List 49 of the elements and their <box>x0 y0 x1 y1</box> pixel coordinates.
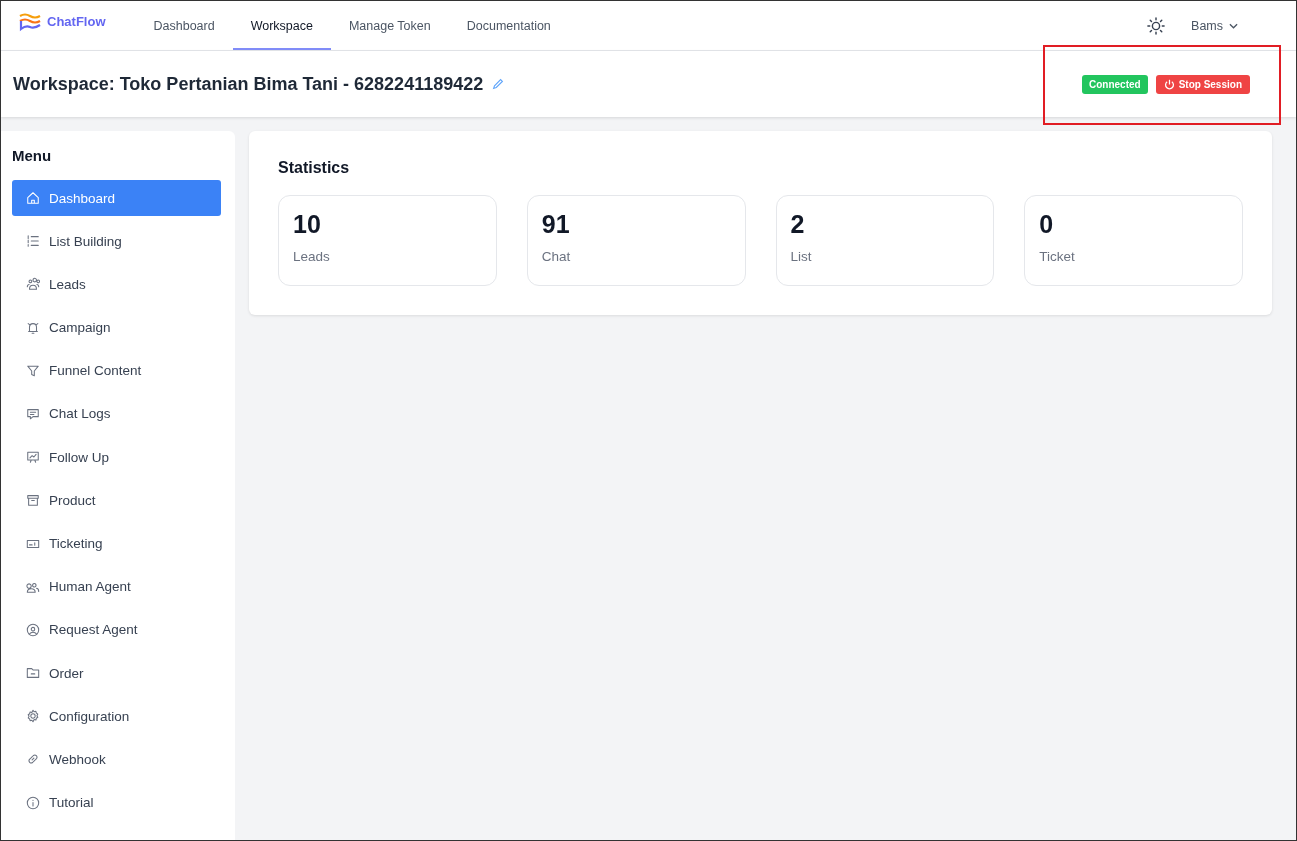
power-icon <box>1163 78 1175 90</box>
user-menu[interactable]: Bams <box>1191 18 1238 33</box>
folder-icon <box>26 666 40 681</box>
menu-title: Menu <box>12 147 53 164</box>
link-icon <box>26 752 40 767</box>
nav-tab[interactable]: Manage Token <box>330 1 449 50</box>
stat-value: 0 <box>1039 210 1055 239</box>
chat-bubble-icon <box>26 406 40 421</box>
stat-value: 2 <box>790 210 806 239</box>
chevron-down-icon <box>1229 22 1238 29</box>
sidebar-item[interactable]: Human Agent <box>12 568 221 605</box>
sidebar-item[interactable]: Tutorial <box>12 784 221 821</box>
sidebar-item[interactable]: Request Agent <box>12 611 221 648</box>
sidebar-item[interactable]: Follow Up <box>12 439 221 476</box>
sidebar-item[interactable]: Order <box>12 655 221 692</box>
sidebar-item[interactable]: Webhook <box>12 741 221 778</box>
home-icon <box>26 191 40 205</box>
sidebar-item[interactable]: Dashboard <box>12 180 221 216</box>
stat-value: 91 <box>541 210 571 239</box>
status-badge: Connected <box>1081 74 1148 94</box>
funnel-icon <box>26 363 40 378</box>
stat-label: Chat <box>541 249 572 264</box>
sidebar-item[interactable]: Product <box>12 482 221 519</box>
sidebar-item[interactable]: Chat Logs <box>12 395 221 432</box>
gear-icon <box>26 709 40 724</box>
sidebar-item[interactable]: List Building <box>12 223 221 260</box>
sidebar-item[interactable]: Funnel Content <box>12 352 221 389</box>
nav-tab[interactable]: Documentation <box>448 1 569 50</box>
stat-label: Leads <box>293 249 331 264</box>
workspace-title: Workspace: Toko Pertanian Bima Tani - 6282241189422 <box>13 73 484 95</box>
logo-icon <box>18 11 42 32</box>
box-icon <box>26 493 40 508</box>
stop-session-button[interactable]: Stop Session <box>1155 74 1250 94</box>
info-icon <box>26 795 40 810</box>
sidebar-item[interactable]: Configuration <box>12 698 221 735</box>
list-icon <box>26 234 40 249</box>
sidebar-item[interactable]: Leads <box>12 266 221 303</box>
stat-label: List <box>790 249 813 264</box>
sidebar-item[interactable]: Ticketing <box>12 525 221 562</box>
nav-tab[interactable]: Dashboard <box>135 1 233 50</box>
stat-label: Ticket <box>1039 249 1076 264</box>
sun-icon[interactable] <box>1147 16 1166 35</box>
chart-board-icon <box>26 450 40 465</box>
statistics-title: Statistics <box>278 159 351 177</box>
sidebar-item[interactable]: Campaign <box>12 309 221 346</box>
people-icon <box>26 277 40 292</box>
stat-value: 10 <box>293 210 322 239</box>
bell-icon <box>26 320 40 335</box>
brand-name[interactable]: ChatFlow <box>47 14 106 29</box>
